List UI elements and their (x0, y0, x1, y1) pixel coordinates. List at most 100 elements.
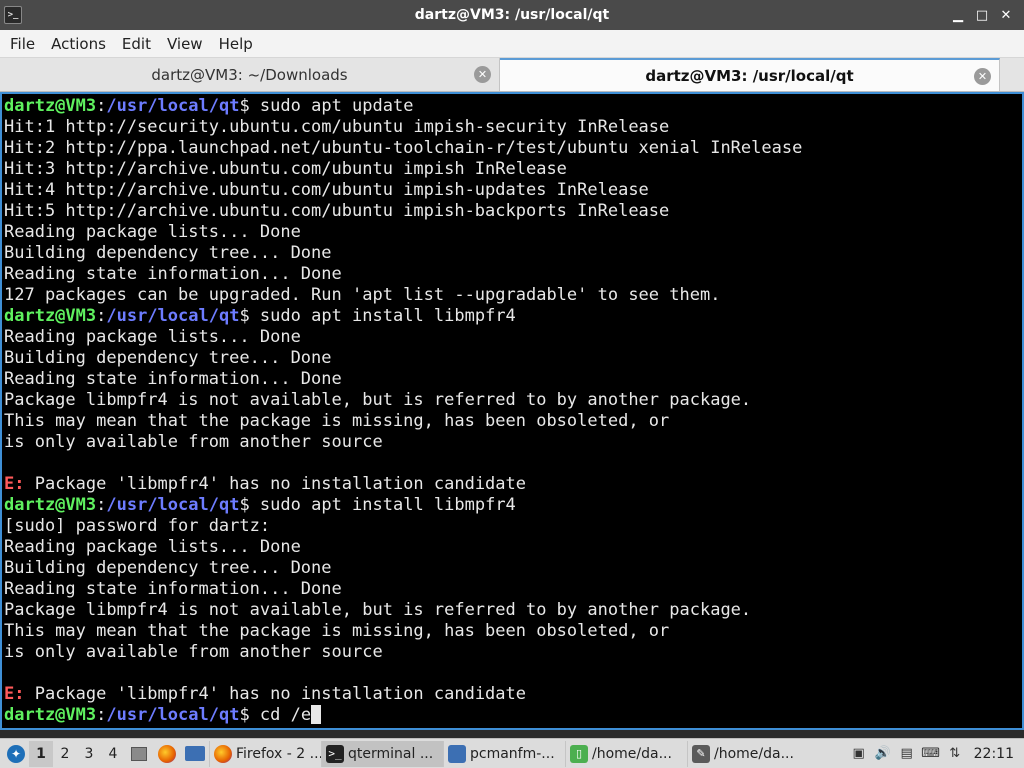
keyboard-icon[interactable]: ⌨ (920, 743, 942, 765)
output-text: Hit:4 http://archive.ubuntu.com/ubuntu i… (4, 180, 649, 200)
workspace-3[interactable]: 3 (77, 741, 101, 767)
output-text: This may mean that the package is missin… (4, 411, 670, 431)
task-label: qterminal ... (348, 745, 434, 762)
firefox-launcher[interactable] (153, 741, 181, 767)
window-title: dartz@VM3: /usr/local/qt (414, 7, 610, 23)
window-titlebar[interactable]: >_ dartz@VM3: /usr/local/qt ▁ □ ✕ (0, 0, 1024, 30)
output-text: Hit:1 http://security.ubuntu.com/ubuntu … (4, 117, 670, 137)
notes-icon[interactable]: ▤ (896, 743, 918, 765)
terminal-line: Hit:3 http://archive.ubuntu.com/ubuntu i… (4, 159, 1022, 180)
tab-usr-local-qt[interactable]: dartz@VM3: /usr/local/qt ✕ (500, 58, 1000, 91)
terminal-line: E: Package 'libmpfr4' has no installatio… (4, 684, 1022, 705)
clock[interactable]: 22:11 (966, 746, 1024, 762)
output-text: 127 packages can be upgraded. Run 'apt l… (4, 285, 721, 305)
taskbar: ✦ 1 2 3 4 Firefox - 2 ... >_ qterminal .… (0, 738, 1024, 768)
terminal-line: Building dependency tree... Done (4, 348, 1022, 369)
prompt-path: /usr/local/qt (106, 705, 240, 725)
prompt-dollar: $ (239, 495, 250, 515)
output-text: is only available from another source (4, 432, 383, 452)
output-text: Reading state information... Done (4, 264, 342, 284)
prompt-dollar: $ (239, 705, 250, 725)
tab-label: dartz@VM3: ~/Downloads (151, 65, 348, 84)
terminal-line: is only available from another source (4, 642, 1022, 663)
terminal-line: Reading package lists... Done (4, 222, 1022, 243)
error-message: Package 'libmpfr4' has no installation c… (24, 684, 526, 704)
workspace-2[interactable]: 2 (53, 741, 77, 767)
close-tab-icon[interactable]: ✕ (474, 66, 491, 83)
close-window-button[interactable]: ✕ (994, 3, 1018, 27)
maximize-button[interactable]: □ (970, 3, 994, 27)
menu-view[interactable]: View (159, 30, 211, 58)
terminal-line: Reading state information... Done (4, 264, 1022, 285)
start-menu-button[interactable]: ✦ (3, 741, 29, 767)
command-text: sudo apt install libmpfr4 (249, 306, 516, 326)
prompt-dollar: $ (239, 96, 250, 116)
command-text: cd /e (249, 705, 312, 725)
terminal-line: dartz@VM3:/usr/local/qt$ sudo apt update (4, 96, 1022, 117)
terminal-line: dartz@VM3:/usr/local/qt$ cd /e (4, 705, 1022, 726)
task-firefox[interactable]: Firefox - 2 ... (209, 740, 321, 767)
menu-file[interactable]: File (2, 30, 43, 58)
terminal-line: 127 packages can be upgraded. Run 'apt l… (4, 285, 1022, 306)
folder-icon (185, 746, 205, 761)
prompt-user: dartz@VM3 (4, 705, 97, 725)
terminal-line: Hit:2 http://ppa.launchpad.net/ubuntu-to… (4, 138, 1022, 159)
task-label: /home/da... (714, 745, 794, 762)
terminal-line: This may mean that the package is missin… (4, 621, 1022, 642)
workspace-1[interactable]: 1 (29, 740, 53, 767)
clipboard-icon[interactable]: ▣ (848, 743, 870, 765)
output-text: [sudo] password for dartz: (4, 516, 271, 536)
menu-edit[interactable]: Edit (114, 30, 159, 58)
text-editor-icon: ✎ (692, 744, 710, 763)
prompt-dollar: $ (239, 306, 250, 326)
tab-downloads[interactable]: dartz@VM3: ~/Downloads ✕ (0, 58, 500, 91)
tab-bar: dartz@VM3: ~/Downloads ✕ dartz@VM3: /usr… (0, 58, 1024, 92)
terminal-line: is only available from another source (4, 432, 1022, 453)
terminal-line: Reading state information... Done (4, 369, 1022, 390)
task-home-editor-1[interactable]: ▯ /home/da... (565, 740, 687, 767)
lubuntu-logo-icon: ✦ (7, 744, 25, 763)
output-text: Package libmpfr4 is not available, but i… (4, 390, 752, 410)
terminal-output[interactable]: dartz@VM3:/usr/local/qt$ sudo apt update… (0, 92, 1024, 730)
show-desktop-button[interactable] (125, 741, 153, 767)
workspace-4[interactable]: 4 (101, 741, 125, 767)
prompt-separator: : (96, 306, 107, 326)
task-qterminal[interactable]: >_ qterminal ... (321, 740, 443, 767)
task-label: /home/da... (592, 745, 672, 762)
task-home-editor-2[interactable]: ✎ /home/da... (687, 740, 809, 767)
firefox-icon (158, 744, 176, 763)
error-prefix: E: (4, 474, 25, 494)
task-pcmanfm[interactable]: pcmanfm-... (443, 740, 565, 767)
menu-bar: File Actions Edit View Help (0, 30, 1024, 58)
terminal-line: Reading package lists... Done (4, 327, 1022, 348)
menu-actions[interactable]: Actions (43, 30, 114, 58)
terminal-line: This may mean that the package is missin… (4, 411, 1022, 432)
terminal-app-icon: >_ (4, 6, 22, 24)
prompt-separator: : (96, 495, 107, 515)
close-tab-icon[interactable]: ✕ (974, 68, 991, 85)
network-icon[interactable]: ⇅ (944, 743, 966, 765)
error-message: Package 'libmpfr4' has no installation c… (24, 474, 526, 494)
prompt-path: /usr/local/qt (106, 96, 240, 116)
command-text: sudo apt install libmpfr4 (249, 495, 516, 515)
file-manager-launcher[interactable] (181, 741, 209, 767)
menu-help[interactable]: Help (211, 30, 261, 58)
output-text: Building dependency tree... Done (4, 558, 332, 578)
terminal-line: Hit:5 http://archive.ubuntu.com/ubuntu i… (4, 201, 1022, 222)
minimize-button[interactable]: ▁ (946, 3, 970, 27)
output-text: Reading state information... Done (4, 369, 342, 389)
volume-icon[interactable]: 🔊 (872, 743, 894, 765)
terminal-line: Hit:4 http://archive.ubuntu.com/ubuntu i… (4, 180, 1022, 201)
output-text: Package libmpfr4 is not available, but i… (4, 600, 752, 620)
text-editor-icon: ▯ (570, 744, 588, 763)
terminal-line: Package libmpfr4 is not available, but i… (4, 600, 1022, 621)
prompt-separator: : (96, 705, 107, 725)
window-controls: ▁ □ ✕ (946, 0, 1018, 30)
prompt-path: /usr/local/qt (106, 306, 240, 326)
task-label: Firefox - 2 ... (236, 745, 321, 762)
output-text: Reading package lists... Done (4, 222, 301, 242)
prompt-path: /usr/local/qt (106, 495, 240, 515)
output-text: Building dependency tree... Done (4, 348, 332, 368)
